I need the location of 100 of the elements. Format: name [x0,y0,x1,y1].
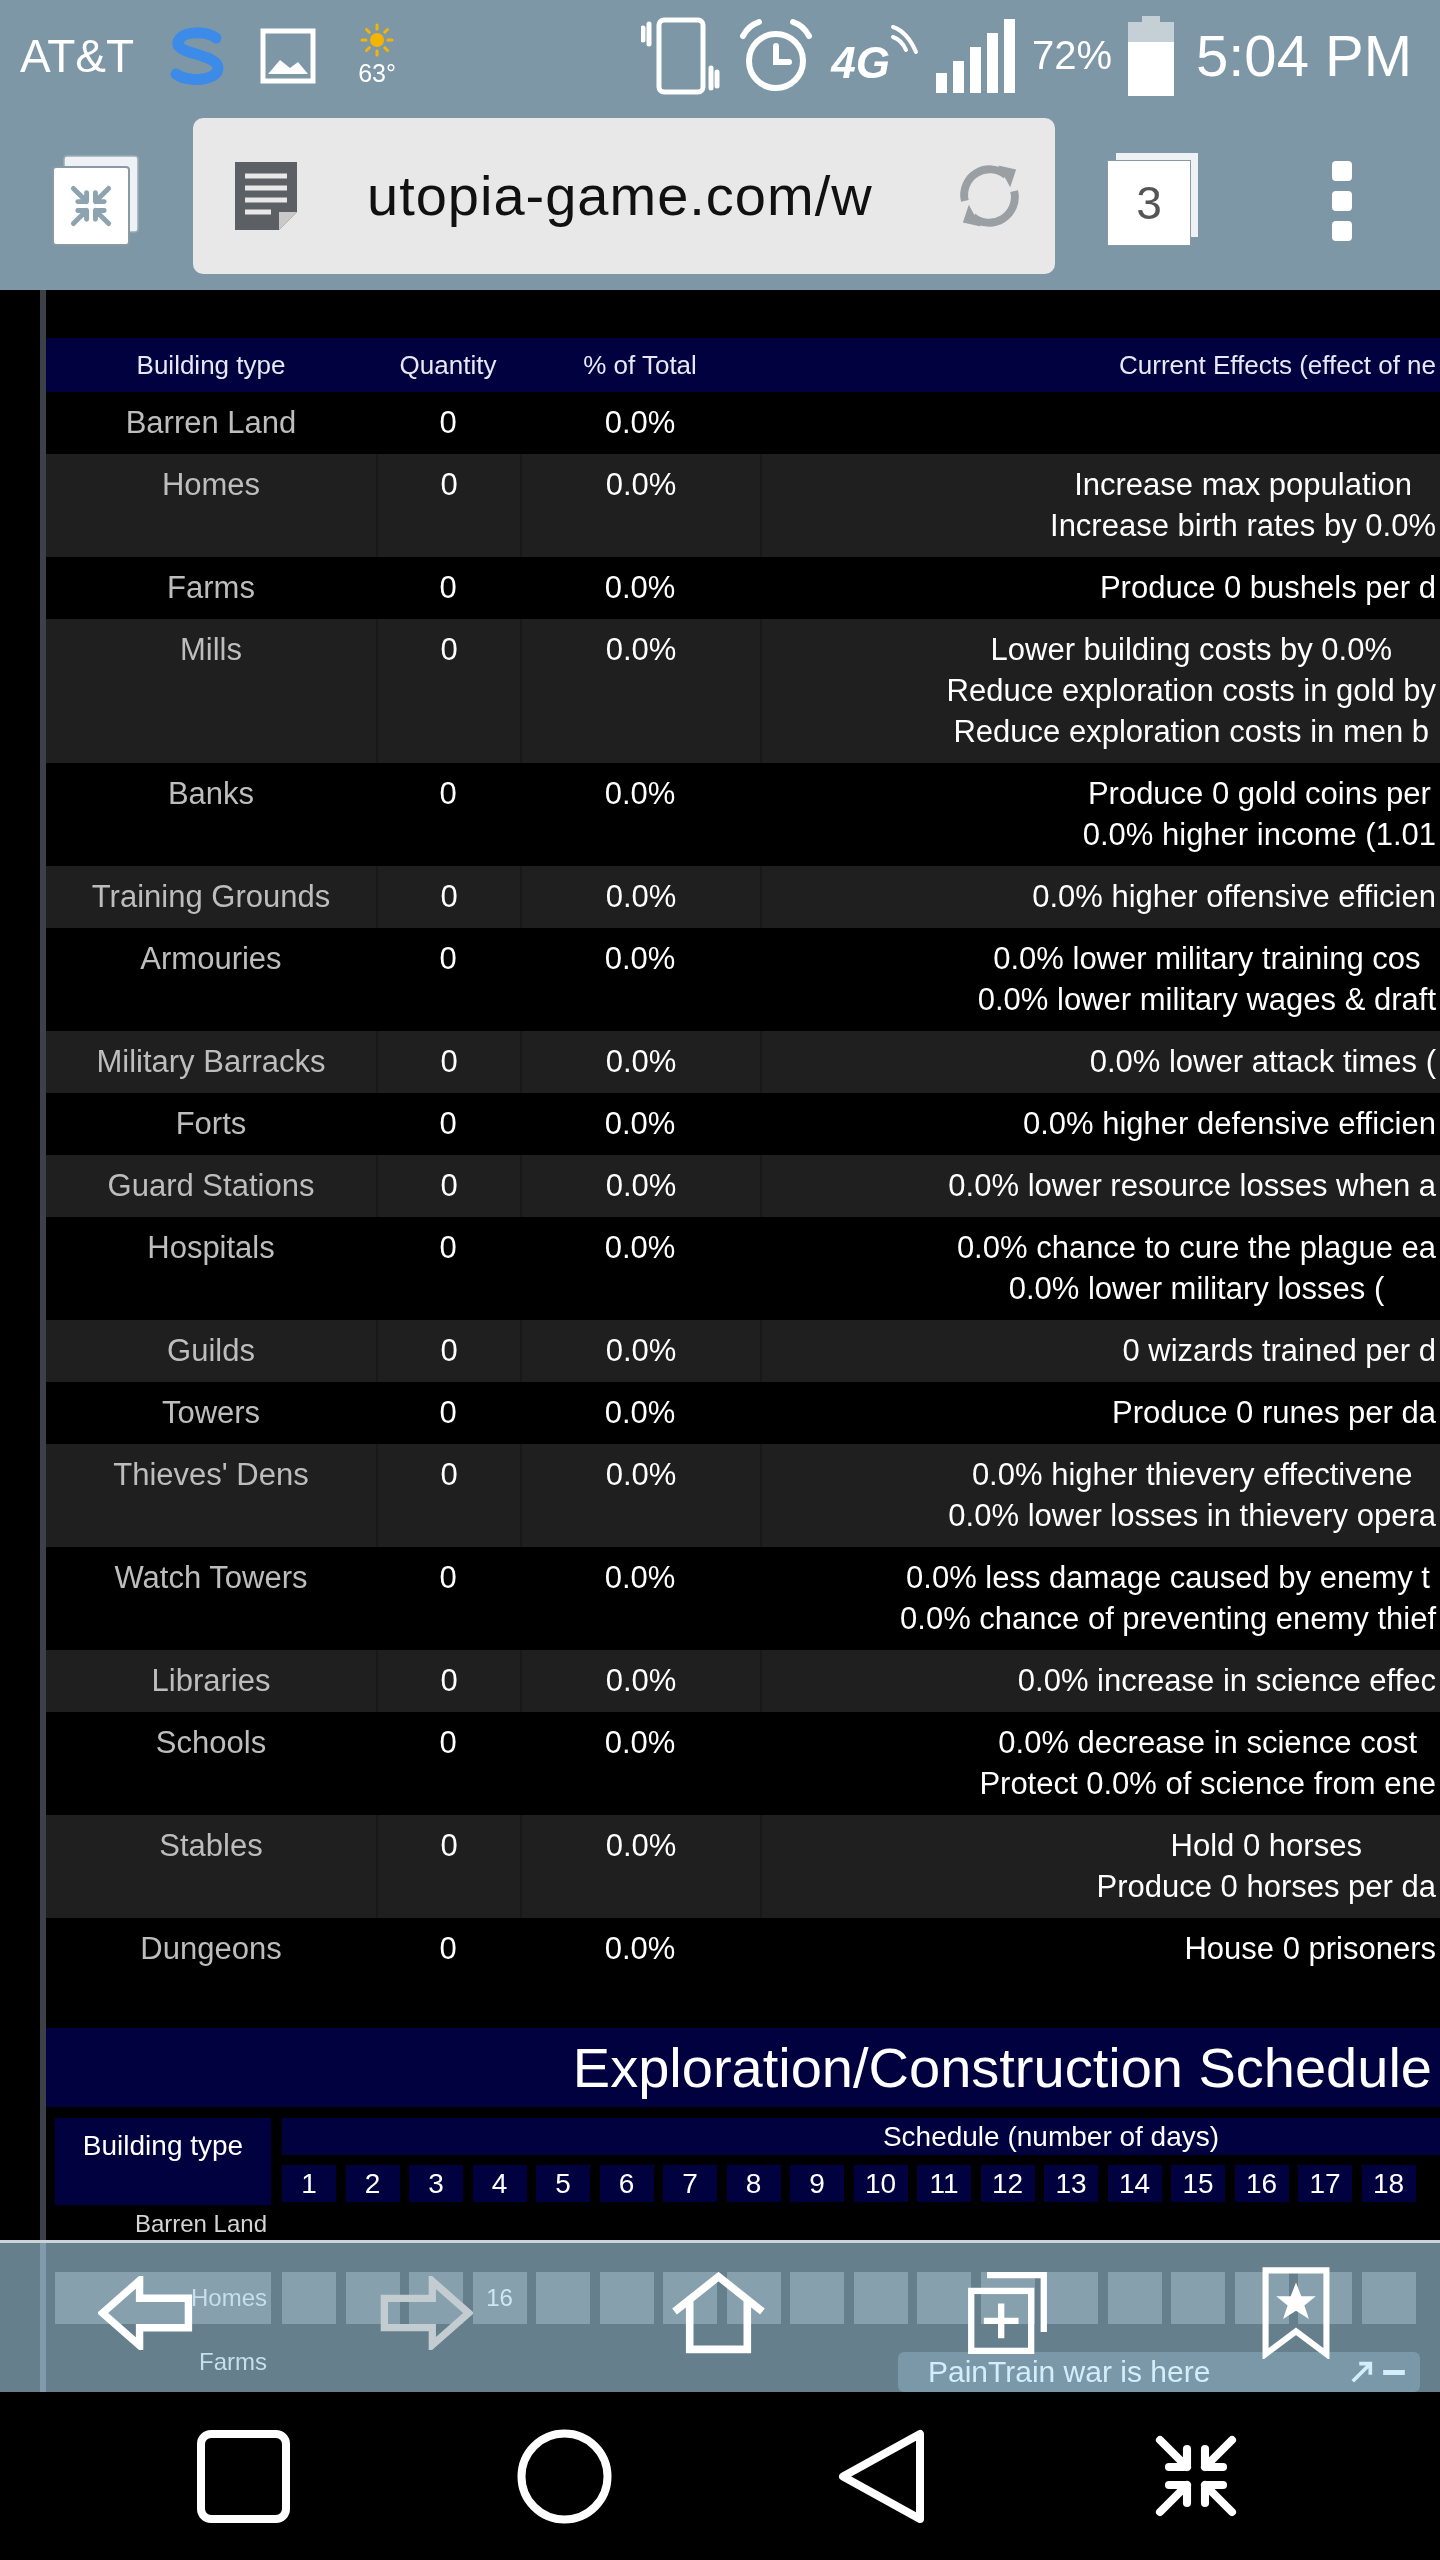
expand-arrow-icon[interactable] [1350,2360,1374,2384]
minimize-icon[interactable] [1382,2369,1406,2375]
column-header: Building type [55,2118,271,2205]
day-header: 18 [1361,2165,1416,2202]
building-name: Farms [167,569,255,607]
effect-text: Protect 0.0% of science from ene [979,1765,1436,1803]
new-tab-button[interactable] [968,2271,1047,2354]
tab-switcher-icon[interactable] [52,154,140,247]
quantity-value: 0 [439,1394,457,1432]
network-type-text: 4G [831,37,890,88]
bookmarks-button[interactable] [1261,2266,1331,2359]
quantity-value: 0 [439,1724,457,1762]
day-header: 9 [790,2165,844,2202]
quantity-value: 0 [440,1662,458,1700]
day-header: 15 [1171,2165,1225,2202]
day-header: 10 [853,2165,908,2202]
effect-text: 0.0% lower losses in thievery opera [948,1497,1436,1535]
percent-value: 0.0% [604,1394,676,1432]
percent-value: 0.0% [605,1827,677,1865]
quantity-value: 0 [440,466,458,504]
percent-value: 0.0% [604,1724,676,1762]
effect-text: 0.0% chance to cure the plague ea [956,1229,1436,1267]
quantity-value: 0 [439,775,457,813]
building-name: Libraries [151,1662,271,1700]
effect-text: 0.0% decrease in science cost [998,1724,1418,1762]
table-cell [1107,2272,1162,2324]
effect-text: Reduce exploration costs in gold by [946,672,1436,710]
table-cell [1361,2272,1416,2324]
day-header: 4 [472,2165,527,2202]
url-field[interactable]: utopia-game.com/w [193,117,1055,274]
percent-value: 0.0% [604,1559,676,1597]
day-header: 7 [663,2165,717,2202]
day-header: 1 [282,2165,336,2202]
day-header: 3 [409,2165,463,2202]
carrier-name: AT&T [20,28,135,83]
day-header: 13 [1044,2165,1098,2202]
recent-apps-button[interactable] [196,2428,291,2524]
temperature-text: 63° [358,59,396,88]
day-header: 17 [1298,2165,1352,2202]
day-header: 6 [599,2165,654,2202]
day-header: 11 [917,2165,971,2202]
effect-text: 0.0% higher thievery effectivene [971,1456,1413,1494]
signal-bars-icon [935,18,1016,93]
building-name: Guard Stations [107,1167,315,1205]
effect-text: House 0 prisoners [1184,1930,1436,1968]
percent-value: 0.0% [605,1662,677,1700]
effect-text: Increase max population [1074,466,1412,504]
effect-text: 0.0% higher income (1.01 [1082,816,1436,854]
building-name: Dungeons [140,1930,282,1968]
quantity-value: 0 [439,1229,457,1267]
clock-time: 5:04 PM [1196,22,1412,89]
sun-icon [360,23,395,57]
circle-icon [517,2428,612,2524]
quantity-value: 0 [440,1456,458,1494]
table-cell [1044,2272,1098,2324]
effect-text: 0.0% lower resource losses when a [948,1167,1436,1205]
quantity-value: 0 [439,1559,457,1597]
new-tab-icon [968,2271,1047,2354]
home-icon [670,2271,767,2354]
building-name: Guilds [167,1332,255,1370]
quantity-value: 0 [440,631,458,669]
day-header: 16 [1234,2165,1289,2202]
home-button[interactable] [517,2428,612,2524]
effect-text: 0.0% increase in science effec [1017,1662,1436,1700]
vibrate-phone-icon [641,15,722,96]
quantity-value: 0 [439,569,457,607]
document-icon [233,159,299,232]
bookmark-star-icon [1261,2266,1331,2359]
back-button[interactable] [838,2428,925,2524]
quantity-value: 0 [440,1827,458,1865]
building-name: Stables [159,1827,263,1865]
building-name: Training Grounds [91,878,331,916]
percent-value: 0.0% [605,1043,677,1081]
percent-value: 0.0% [605,631,677,669]
quantity-value: 0 [439,1930,457,1968]
percent-value: 0.0% [604,940,676,978]
effect-text: 0.0% lower military wages & draft [977,981,1436,1019]
effect-text: Produce 0 gold coins per [1087,775,1431,813]
effect-text: Lower building costs by 0.0% [990,631,1393,669]
effect-text: 0.0% less damage caused by enemy t [906,1559,1430,1597]
percent-value: 0.0% [604,1229,676,1267]
building-name: Towers [161,1394,261,1432]
building-name: Watch Towers [114,1559,308,1597]
effect-text: 0.0% lower military training cos [993,940,1421,978]
column-header: Schedule (number of days) [282,2118,1440,2155]
percent-value: 0.0% [605,1332,677,1370]
effect-text: 0.0% lower military losses ( [1008,1270,1385,1308]
percent-value: 0.0% [604,1930,676,1968]
effect-text: Increase birth rates by 0.0% [1050,507,1436,545]
effect-text: Produce 0 bushels per d [1099,569,1436,607]
triangle-icon [838,2428,925,2524]
quantity-value: 0 [439,1105,457,1143]
day-header: 5 [536,2165,590,2202]
building-name: Schools [155,1724,267,1762]
effect-text: 0.0% chance of preventing enemy thief [900,1600,1436,1638]
more-options-button[interactable] [1331,159,1353,242]
table-cell: 16 [472,2272,527,2324]
quantity-value: 0 [440,1167,458,1205]
building-name: Forts [175,1105,247,1143]
percent-value: 0.0% [605,1167,677,1205]
